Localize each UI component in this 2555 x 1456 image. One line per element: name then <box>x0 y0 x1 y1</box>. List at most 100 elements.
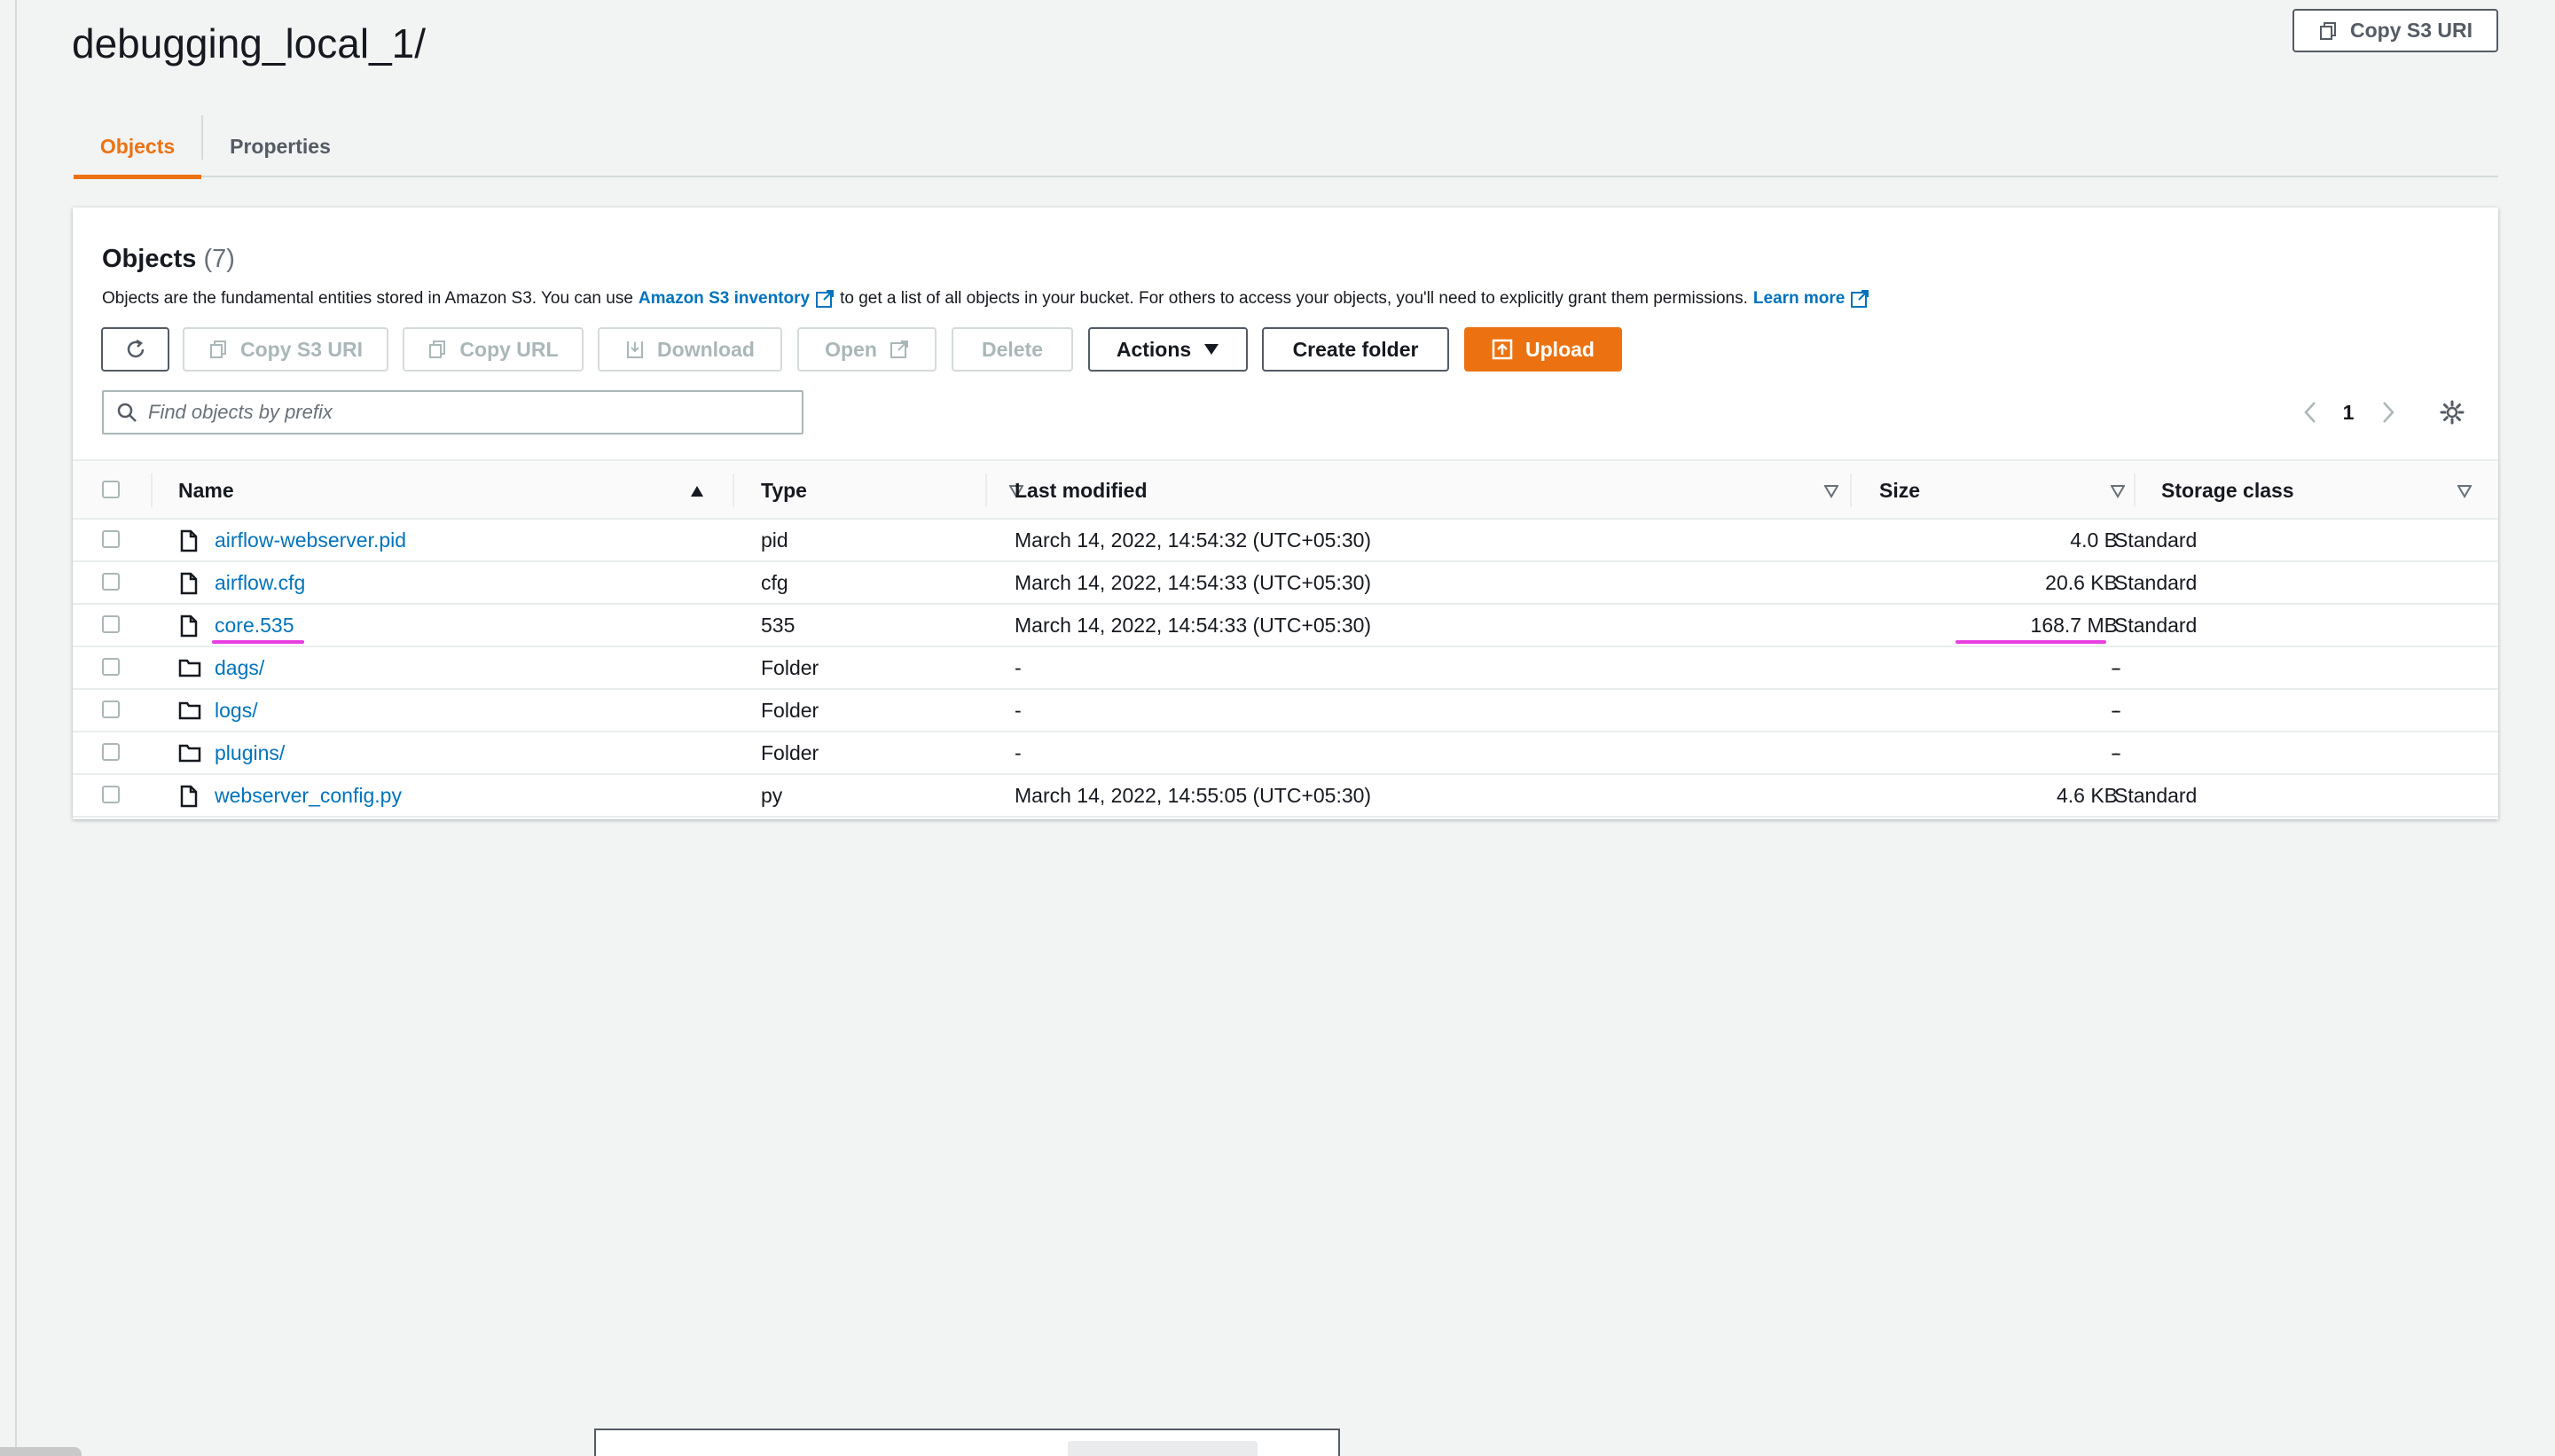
copy-url-label: Copy URL <box>459 337 559 361</box>
column-separator <box>2134 474 2136 507</box>
actions-dropdown-button[interactable]: Actions <box>1088 327 1248 372</box>
horizontal-scrollbar[interactable] <box>0 1447 82 1456</box>
column-header-type[interactable]: Type <box>761 461 807 520</box>
upload-button[interactable]: Upload <box>1464 327 1622 372</box>
objects-count: (7) <box>203 245 235 273</box>
object-last-modified: - <box>1015 698 1022 722</box>
s3-inventory-link[interactable]: Amazon S3 inventory <box>639 289 835 309</box>
next-page-button[interactable] <box>2370 394 2407 431</box>
column-header-name[interactable]: Name <box>178 461 234 520</box>
bottom-popup-bar <box>1068 1441 1258 1456</box>
copy-s3-uri-label: Copy S3 URI <box>239 337 364 361</box>
table-preferences-button[interactable] <box>2432 394 2473 431</box>
download-button[interactable]: Download <box>598 327 782 372</box>
external-link-icon <box>1851 290 1869 308</box>
refresh-icon <box>127 339 144 358</box>
object-name-link[interactable]: logs/ <box>215 690 258 731</box>
copy-url-button[interactable]: Copy URL <box>403 327 584 372</box>
table-row[interactable]: airflow-webserver.pid pid March 14, 2022, … <box>73 520 2498 562</box>
row-checkbox[interactable] <box>102 658 120 676</box>
sort-ascending-icon[interactable] <box>690 484 704 498</box>
object-name-link[interactable]: webserver_config.py <box>215 775 402 816</box>
upload-label: Upload <box>1525 337 1595 361</box>
object-size: - <box>2111 655 2118 679</box>
create-folder-label: Create folder <box>1292 337 1419 361</box>
object-storage-class: Standard <box>2114 783 2198 807</box>
page-left-border <box>15 0 17 1456</box>
row-checkbox[interactable] <box>102 786 120 803</box>
object-size: - <box>2111 740 2118 764</box>
sort-icon[interactable] <box>2111 484 2125 498</box>
object-last-modified: March 14, 2022, 14:54:33 (UTC+05:30) <box>1015 613 1372 637</box>
objects-panel-title: Objects (7) <box>102 245 235 274</box>
table-row[interactable]: dags/Folder - - - <box>73 647 2498 690</box>
object-storage-class: Standard <box>2114 528 2198 552</box>
copy-s3-uri-button[interactable]: Copy S3 URI <box>183 327 388 372</box>
copy-icon <box>429 341 446 358</box>
tab-properties[interactable]: Properties <box>203 115 357 177</box>
bottom-popup <box>594 1429 1340 1456</box>
object-size: 4.0 B <box>2070 528 2118 552</box>
column-separator <box>985 474 987 507</box>
table-row[interactable]: core.535 535 March 14, 2022, 14:54:33 (UTC… <box>73 605 2498 647</box>
row-checkbox[interactable] <box>102 573 120 591</box>
description-text-1: Objects are the fundamental entities sto… <box>102 289 633 308</box>
object-last-modified: - <box>1015 740 1022 764</box>
delete-button[interactable]: Delete <box>952 327 1073 372</box>
row-checkbox[interactable] <box>102 743 120 761</box>
previous-page-button[interactable] <box>2292 394 2329 431</box>
column-header-last-modified[interactable]: Last modified <box>1015 461 1148 520</box>
object-name-link[interactable]: dags/ <box>215 647 264 688</box>
open-button[interactable]: Open <box>797 327 937 372</box>
table-row[interactable]: webserver_config.py py March 14, 2022, 14:… <box>73 775 2498 818</box>
create-folder-button[interactable]: Create folder <box>1262 327 1449 372</box>
column-separator <box>1850 474 1852 507</box>
select-all-checkbox[interactable] <box>102 481 120 498</box>
page-1-button[interactable]: 1 <box>2331 394 2366 431</box>
sort-icon[interactable] <box>2457 484 2472 498</box>
object-type: Folder <box>761 655 819 679</box>
column-header-size[interactable]: Size <box>1879 461 1920 520</box>
learn-more-link[interactable]: Learn more <box>1753 289 1869 309</box>
object-size: 20.6 KB <box>2045 570 2118 594</box>
description-text-2: to get a list of all objects in your buc… <box>840 289 1748 308</box>
gear-icon <box>2440 400 2465 425</box>
row-checkbox[interactable] <box>102 615 120 633</box>
copy-icon <box>2319 21 2336 40</box>
copy-s3-uri-header-button[interactable]: Copy S3 URI <box>2292 9 2498 52</box>
column-separator <box>151 474 153 507</box>
refresh-button[interactable] <box>101 327 169 372</box>
upload-icon <box>1492 339 1513 360</box>
object-storage-class: - <box>2114 740 2121 764</box>
object-type: pid <box>761 528 788 552</box>
s3-inventory-link-label: Amazon S3 inventory <box>638 289 811 308</box>
sort-icon[interactable] <box>1824 484 1838 498</box>
object-last-modified: March 14, 2022, 14:54:33 (UTC+05:30) <box>1015 570 1372 594</box>
tab-objects[interactable]: Objects <box>74 115 201 179</box>
row-checkbox[interactable] <box>102 530 120 548</box>
row-checkbox[interactable] <box>102 701 120 718</box>
object-storage-class: Standard <box>2114 613 2198 637</box>
table-row[interactable]: logs/Folder - - - <box>73 690 2498 732</box>
folder-icon <box>178 657 201 680</box>
object-name-link[interactable]: plugins/ <box>215 732 285 773</box>
object-storage-class: - <box>2114 698 2121 722</box>
object-type: Folder <box>761 698 819 722</box>
column-header-storage-class[interactable]: Storage class <box>2161 461 2294 520</box>
objects-heading: Objects <box>102 245 197 273</box>
object-name-link[interactable]: airflow.cfg <box>215 562 305 603</box>
external-link-icon <box>816 290 835 308</box>
page-title: debugging_local_1/ <box>72 20 427 67</box>
object-type: Folder <box>761 740 819 764</box>
object-size: - <box>2111 698 2118 722</box>
object-type: 535 <box>761 613 795 637</box>
search-input[interactable] <box>148 401 769 424</box>
object-type: py <box>761 783 783 807</box>
object-name-link[interactable]: airflow-webserver.pid <box>215 520 406 560</box>
highlight-underline-name <box>212 640 304 644</box>
objects-description: Objects are the fundamental entities sto… <box>102 289 1875 309</box>
file-icon <box>178 572 200 595</box>
table-row[interactable]: plugins/Folder - - - <box>73 732 2498 775</box>
table-row[interactable]: airflow.cfg cfg March 14, 2022, 14:54:33 (… <box>73 562 2498 605</box>
object-last-modified: March 14, 2022, 14:55:05 (UTC+05:30) <box>1015 783 1372 807</box>
